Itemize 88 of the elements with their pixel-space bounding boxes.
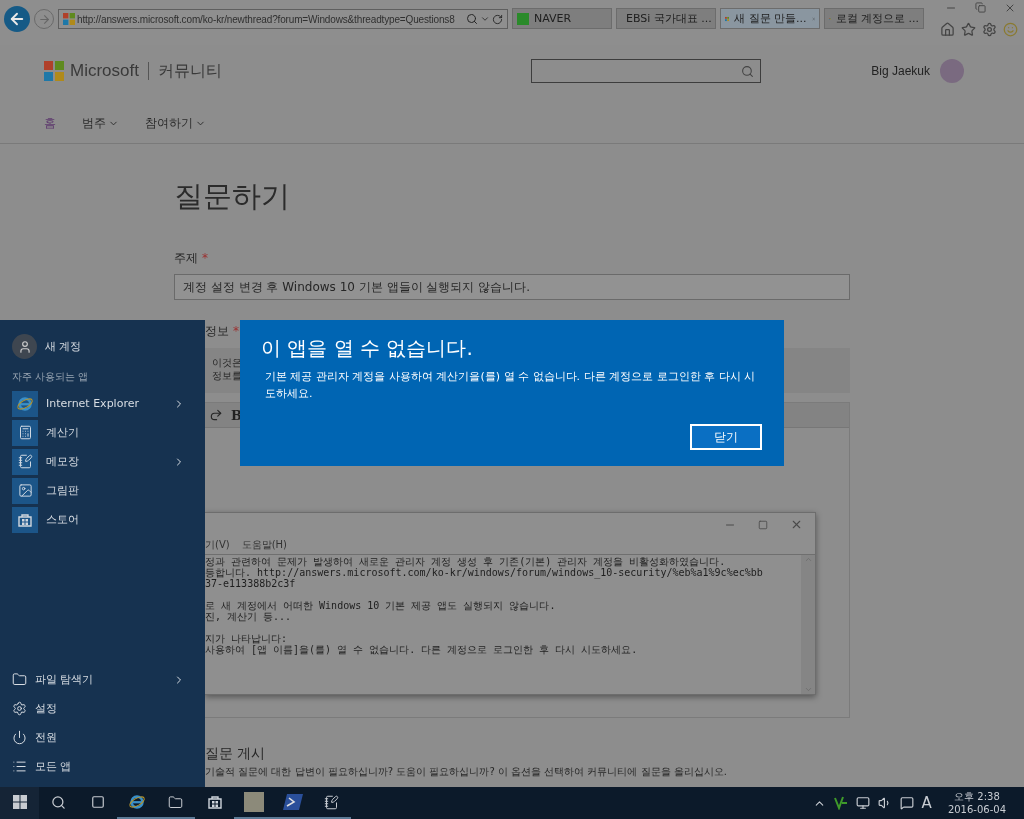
back-button[interactable]	[4, 6, 30, 32]
start-menu-item[interactable]: Internet Explorer	[46, 397, 165, 410]
caret-icon[interactable]	[480, 14, 490, 24]
dialog-title: 이 앱을 열 수 없습니다.	[261, 335, 474, 362]
browser-tab[interactable]: EBSi 국가대표 ...	[616, 8, 716, 29]
user-avatar-icon	[12, 334, 37, 359]
terminal-icon	[282, 793, 303, 811]
calculator-icon	[17, 425, 33, 440]
restore-icon[interactable]	[975, 2, 986, 13]
brand-name: Microsoft	[70, 61, 139, 81]
nav-link[interactable]: 범주	[82, 114, 119, 132]
info-text: 정보를	[212, 369, 242, 382]
notepad-text-line: 등합니다. http://answers.microsoft.com/ko-kr/windows/forum/windows_10-security/%eb%a1%9c%ec%bb	[205, 567, 764, 578]
notepad-text-line: 로 새 계정에서 어떠한 Windows 10 기본 제공 앱도 실행되지 않습니다.	[205, 600, 557, 611]
start-button[interactable]	[0, 787, 39, 819]
site-icon	[517, 12, 529, 25]
start-menu-item[interactable]: 그림판	[46, 483, 185, 498]
store-bag-icon	[18, 512, 32, 527]
app-tile-icon	[243, 792, 264, 812]
task-view-icon	[90, 795, 105, 809]
start-menu-item[interactable]: 스토어	[46, 512, 185, 527]
section-heading: 자주 사용되는 앱	[11, 370, 90, 384]
user-name: Big Jaekuk	[871, 64, 930, 78]
menu-item[interactable]: 도움말(H)	[241, 538, 287, 552]
clock[interactable]: 오후 2:38 2016-06-04	[947, 790, 1006, 816]
start-menu-item[interactable]: 메모장	[46, 454, 165, 469]
nav-link[interactable]: 참여하기	[145, 114, 206, 132]
notepad-text-line: 37-e113388b2c3f	[205, 578, 296, 589]
notepad-text-line: 사용하여 [앱 이름]을(를) 열 수 없습니다. 다른 계정으로 로그인한 후 다시 시도하세요.	[205, 644, 639, 655]
search-field[interactable]	[531, 59, 762, 83]
paint-icon	[17, 483, 33, 498]
url-text: http://answers.microsoft.com/ko-kr/newthread?forum=Windows&threadtype=Questions8	[77, 13, 456, 25]
notepad-icon	[17, 454, 33, 469]
microsoft-logo	[63, 13, 75, 25]
field-label: 주제	[174, 250, 198, 266]
field-label: 정보	[205, 323, 229, 339]
browser-tab[interactable]: NAVER	[512, 8, 612, 29]
start-menu-item[interactable]: 설정	[35, 701, 185, 716]
search-icon	[51, 794, 66, 810]
microsoft-logo	[44, 61, 64, 81]
close-icon[interactable]	[790, 518, 803, 531]
folder-icon	[12, 672, 27, 687]
maximize-icon[interactable]	[758, 519, 768, 530]
store-bag-icon	[207, 795, 222, 809]
input-field[interactable]: 계정 설정 변경 후 Windows 10 기본 앱들이 실행되지 않습니다.	[174, 274, 850, 300]
home-icon[interactable]	[940, 22, 955, 37]
settings-icon	[12, 701, 27, 716]
account-name[interactable]: 새 계정	[45, 339, 185, 354]
power-icon	[12, 730, 27, 745]
close-button[interactable]: 닫기	[690, 424, 762, 450]
notepad-text-line: 진, 계산기 등...	[205, 611, 293, 622]
input-mode-indicator[interactable]: A	[921, 794, 932, 812]
start-menu-item[interactable]: 계산기	[46, 425, 185, 440]
refresh-icon[interactable]	[492, 13, 503, 25]
address-bar[interactable]: http://answers.microsoft.com/ko-kr/newthread?forum=Windows&threadtype=Questions8	[58, 9, 508, 29]
redo-icon[interactable]	[209, 408, 223, 422]
close-icon[interactable]	[1004, 2, 1016, 14]
search-icon[interactable]	[466, 13, 478, 25]
arrow-right-icon	[37, 12, 51, 26]
search-icon[interactable]	[741, 64, 755, 78]
browser-tab[interactable]: 로컬 계정으로 ...	[824, 8, 924, 29]
notepad-icon	[324, 794, 339, 810]
windows-logo-icon	[12, 795, 27, 809]
info-text: 이것은	[212, 356, 242, 369]
network-icon[interactable]	[855, 796, 870, 810]
menu-item[interactable]: 기(V)	[205, 538, 230, 552]
nav-link[interactable]: 홈	[44, 114, 56, 132]
list-icon	[12, 759, 27, 774]
folder-icon	[168, 794, 183, 810]
ie-icon	[16, 394, 34, 413]
option-description: 기술적 질문에 대한 답변이 필요하십니까? 도움이 필요하십니까? 이 옵션을 선택하여 커뮤니티에 질문을 올리십시오.	[205, 765, 728, 779]
star-icon[interactable]	[961, 22, 976, 37]
start-menu-item[interactable]: 파일 탐색기	[35, 672, 165, 687]
settings-icon[interactable]	[982, 22, 997, 37]
start-menu-item[interactable]: 모든 앱	[35, 759, 185, 774]
check-mark-icon[interactable]	[833, 796, 848, 810]
notification-icon[interactable]	[899, 796, 914, 810]
section-title: 커뮤니티	[157, 60, 222, 82]
required-mark: *	[233, 323, 239, 339]
page-title: 질문하기	[174, 178, 291, 215]
notepad-text-line: 지가 나타납니다:	[205, 633, 289, 644]
required-mark: *	[202, 250, 208, 266]
start-menu-item[interactable]: 전원	[35, 730, 185, 745]
dialog-message: 기본 제공 관리자 계정을 사용하여 계산기을(를) 열 수 없습니다. 다른 계정으로 로그인한 후 다시 시도하세요.	[264, 369, 757, 402]
option-title: 질문 게시	[205, 744, 267, 762]
notepad-text-line: 정과 관련하여 문제가 발생하여 새로운 관리자 계정 생성 후 기존(기본) 관리자 계정을 비활성화하였습니다.	[205, 556, 727, 567]
ie-icon	[127, 793, 146, 811]
browser-tab[interactable]: 새 질문 만들...	[720, 8, 820, 29]
